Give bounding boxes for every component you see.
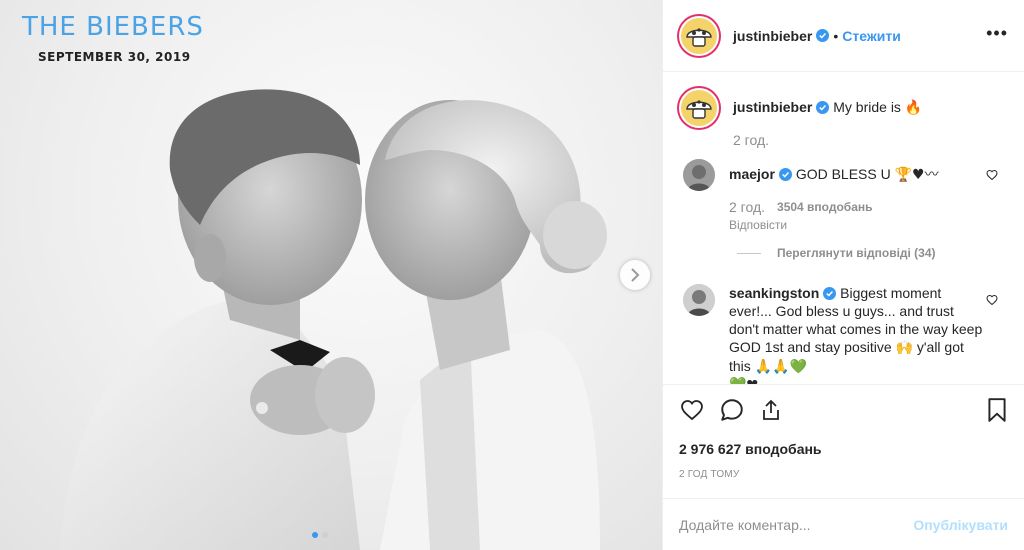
save-button[interactable]	[968, 390, 1008, 430]
comment-item: seankingston Biggest moment ever!... God…	[679, 284, 1008, 384]
heart-icon	[681, 399, 703, 420]
avatar[interactable]	[679, 88, 719, 128]
comment-input[interactable]	[679, 516, 914, 533]
post-actions	[663, 384, 1024, 434]
caption-text: My bride is	[833, 99, 901, 115]
caption-username[interactable]: justinbieber	[733, 99, 812, 115]
photo-date: SEPTEMBER 30, 2019	[38, 50, 191, 64]
avatar[interactable]	[683, 284, 715, 316]
comments-list[interactable]: justinbieber My bride is 🔥 2 год. maejor…	[663, 72, 1024, 384]
add-comment-bar: Опублікувати	[663, 498, 1024, 550]
carousel-dot	[322, 532, 328, 538]
reply-button[interactable]: Відповісти	[729, 216, 984, 234]
verified-badge-icon	[778, 168, 792, 181]
post-photo[interactable]: THE BIEBERS SEPTEMBER 30, 2019	[0, 0, 662, 550]
view-replies-label: Переглянути відповіді (34)	[777, 246, 936, 260]
share-icon	[763, 399, 779, 420]
comment-item: maejor GOD BLESS U 🏆♥〰 2 год. 3504 вподо…	[679, 159, 1008, 234]
avatar[interactable]	[683, 159, 715, 191]
follow-button[interactable]: Стежити	[842, 28, 901, 44]
carousel-indicators	[312, 532, 328, 538]
mushroom-avatar-icon	[686, 100, 712, 119]
like-button[interactable]	[679, 390, 719, 430]
more-options-button[interactable]: •••	[986, 24, 1008, 42]
separator-dot: •	[833, 27, 839, 44]
raised-hands-emoji-icon: 🙌	[895, 340, 913, 356]
hearts-emoji-icons: 💚❤	[729, 376, 984, 384]
heart-icon[interactable]	[986, 169, 998, 181]
heart-icon[interactable]	[986, 294, 998, 306]
next-photo-button[interactable]	[620, 260, 650, 290]
bookmark-icon	[988, 397, 1006, 422]
comment-username[interactable]: seankingston	[729, 285, 819, 301]
avatar[interactable]	[679, 15, 719, 56]
comment-emoji-icons: 🏆♥〰	[894, 167, 939, 183]
mushroom-avatar-icon	[686, 27, 712, 47]
fire-emoji-icon: 🔥	[904, 100, 923, 116]
carousel-dot	[312, 532, 318, 538]
post-header: justinbieber • Стежити •••	[663, 0, 1024, 72]
comment-bubble-icon	[721, 398, 743, 421]
comment-button[interactable]	[719, 390, 759, 430]
view-replies-button[interactable]: Переглянути відповіді (34)	[737, 246, 1008, 260]
likes-count[interactable]: 2 976 627 вподобань	[679, 441, 822, 457]
verified-badge-icon	[823, 287, 837, 300]
header-username[interactable]: justinbieber	[733, 28, 812, 44]
caption-time[interactable]: 2 год.	[733, 131, 769, 149]
share-button[interactable]	[759, 390, 799, 430]
caption: justinbieber My bride is 🔥 2 год.	[679, 88, 1008, 149]
comment-text: GOD BLESS U	[795, 166, 891, 182]
verified-badge-icon	[816, 29, 830, 42]
photo-illustration	[60, 89, 607, 550]
comment-time[interactable]: 2 год.	[729, 198, 765, 216]
chevron-right-icon	[631, 268, 640, 282]
verified-badge-icon	[816, 101, 830, 114]
post-side-panel: justinbieber • Стежити ••• justinbieber …	[662, 0, 1024, 550]
comment-username[interactable]: maejor	[729, 166, 775, 182]
photo-title: THE BIEBERS	[22, 12, 204, 42]
post-comment-button[interactable]: Опублікувати	[913, 517, 1008, 533]
comment-likes[interactable]: 3504 вподобань	[777, 198, 872, 216]
user-avatar-icon	[683, 284, 715, 316]
post-time-ago[interactable]: 2 ГОД ТОМУ	[679, 469, 739, 480]
user-avatar-icon	[683, 159, 715, 191]
pray-emoji-icons: 🙏🙏💚	[754, 359, 807, 375]
